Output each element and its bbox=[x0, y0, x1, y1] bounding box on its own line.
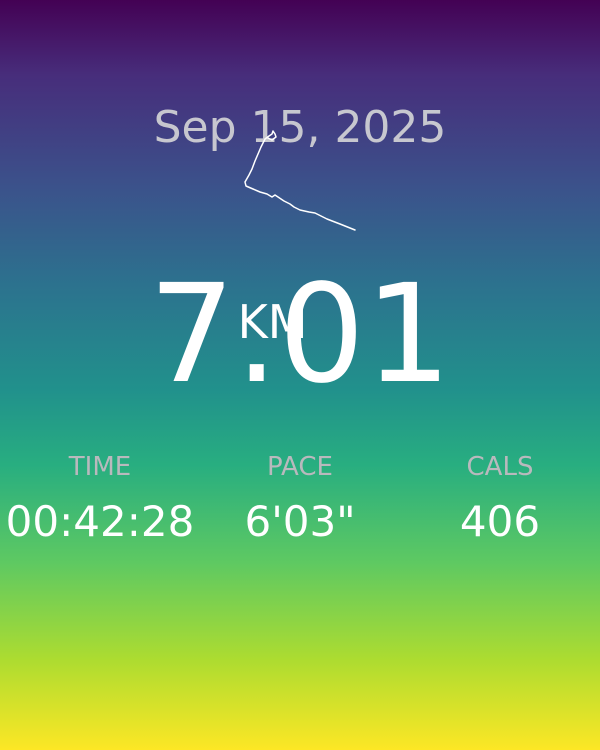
stat-pace-value: 6'03" bbox=[244, 497, 356, 546]
stat-calories: CALS 406 bbox=[400, 452, 600, 548]
stat-time-value: 00:42:28 bbox=[5, 497, 195, 546]
stat-pace: PACE 6'03" bbox=[200, 452, 400, 548]
distance-unit: KM bbox=[237, 295, 308, 349]
stat-calories-label: CALS bbox=[466, 452, 534, 482]
stat-time: TIME 00:42:28 bbox=[0, 452, 200, 548]
workout-date: Sep 15, 2025 bbox=[153, 102, 447, 153]
stat-time-label: TIME bbox=[68, 452, 132, 482]
stat-pace-label: PACE bbox=[267, 452, 333, 482]
stat-calories-value: 406 bbox=[459, 497, 541, 546]
